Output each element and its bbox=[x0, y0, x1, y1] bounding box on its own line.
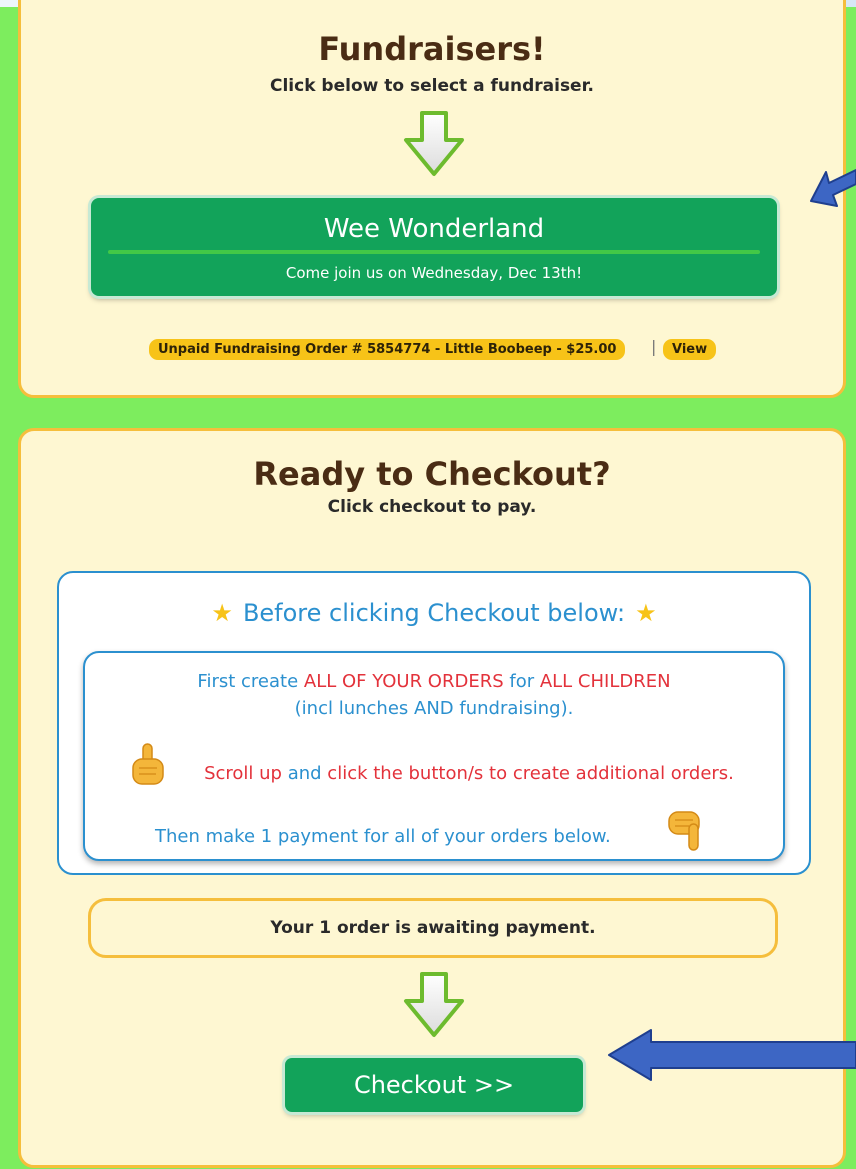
emphasis-all-orders: ALL OF YOUR ORDERS bbox=[303, 671, 504, 692]
event-title: Wee Wonderland bbox=[323, 214, 545, 244]
order-separator: | bbox=[651, 337, 657, 356]
checkout-title: Ready to Checkout? bbox=[253, 455, 611, 493]
unpaid-order-badge[interactable]: Unpaid Fundraising Order # 5854774 - Lit… bbox=[149, 339, 626, 360]
pointing-down-hand-icon bbox=[668, 811, 700, 851]
instruction-line-4: Then make 1 payment for all of your orde… bbox=[155, 826, 611, 847]
info-title-text: Before clicking Checkout below: bbox=[242, 599, 626, 627]
annotation-arrow-icon bbox=[810, 169, 856, 207]
star-icon: ★ bbox=[211, 599, 233, 627]
instruction-line-2: (incl lunches AND fundraising). bbox=[294, 698, 574, 719]
event-divider bbox=[108, 250, 760, 254]
checkout-button[interactable]: Checkout >> bbox=[285, 1058, 583, 1112]
emphasis-all-children: ALL CHILDREN bbox=[539, 671, 671, 692]
instruction-line-3: Scroll up and click the button/s to crea… bbox=[204, 763, 734, 784]
fundraisers-title: Fundraisers! bbox=[318, 30, 546, 68]
view-order-button[interactable]: View bbox=[663, 339, 717, 360]
info-title: ★ Before clicking Checkout below: ★ bbox=[59, 599, 809, 627]
fundraisers-panel: Fundraisers! Click below to select a fun… bbox=[18, 0, 846, 398]
fundraisers-subtitle: Click below to select a fundraiser. bbox=[269, 76, 595, 96]
down-arrow-icon bbox=[404, 111, 464, 176]
instruction-line-1: First create ALL OF YOUR ORDERS for ALL … bbox=[197, 671, 671, 692]
fundraiser-event-button[interactable]: Wee Wonderland Come join us on Wednesday… bbox=[91, 198, 777, 296]
checkout-subtitle: Click checkout to pay. bbox=[327, 497, 537, 517]
event-subtitle: Come join us on Wednesday, Dec 13th! bbox=[285, 264, 583, 282]
awaiting-payment-notice: Your 1 order is awaiting payment. bbox=[88, 898, 778, 958]
star-icon: ★ bbox=[635, 599, 657, 627]
instructions-box: First create ALL OF YOUR ORDERS for ALL … bbox=[83, 651, 785, 861]
checkout-info-box: ★ Before clicking Checkout below: ★ First … bbox=[57, 571, 811, 875]
down-arrow-icon bbox=[404, 972, 464, 1037]
annotation-arrow-icon bbox=[608, 1029, 856, 1081]
